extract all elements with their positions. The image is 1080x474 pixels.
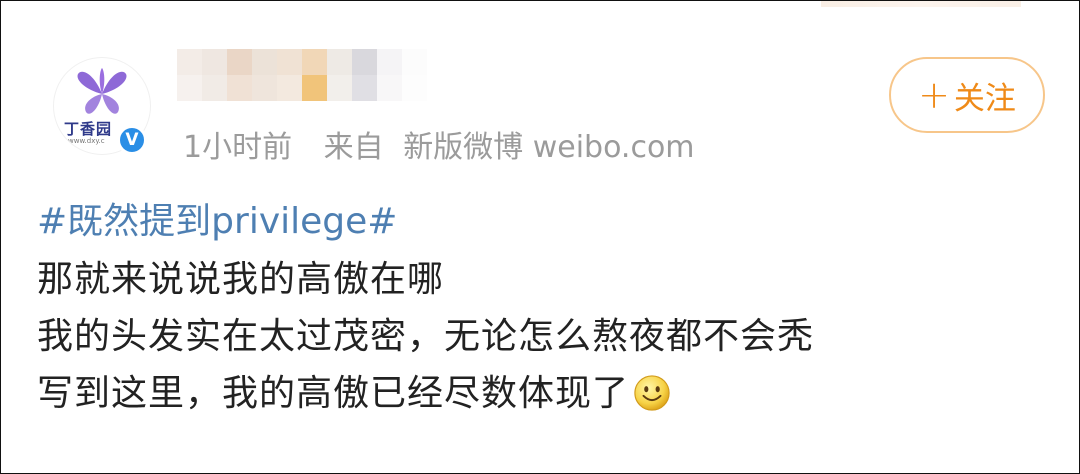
verified-badge-icon: V xyxy=(117,125,147,155)
smile-emoji-icon xyxy=(634,375,670,411)
post-text-line: 那就来说说我的高傲在哪 xyxy=(37,259,445,300)
follow-button[interactable]: + 关注 xyxy=(889,57,1045,133)
post-time: 1小时前 xyxy=(183,130,293,165)
post-text-line-content: 写到这里，我的高傲已经尽数体现了 xyxy=(37,373,630,414)
butterfly-logo-icon xyxy=(77,68,127,114)
username-blurred[interactable] xyxy=(177,49,427,101)
post-meta: 1小时前 来自 新版微博 weibo.com xyxy=(183,122,695,166)
weibo-post-card: 丁香园 www.dxy.c V 1小时前 来自 新版微博 weibo.com +… xyxy=(0,0,1080,474)
post-text-line: 我的头发实在太过茂密，无论怎么熬夜都不会秃 xyxy=(37,316,815,357)
source-prefix: 来自 xyxy=(323,130,384,165)
plus-icon: + xyxy=(918,73,950,117)
source-link[interactable]: 新版微博 weibo.com xyxy=(403,130,694,165)
follow-label: 关注 xyxy=(953,80,1016,117)
hashtag-link[interactable]: #既然提到privilege# xyxy=(37,193,1047,251)
avatar-url-text: www.dxy.c xyxy=(68,137,105,145)
avatar[interactable]: 丁香园 www.dxy.c V xyxy=(53,57,151,161)
post-body: #既然提到privilege# 那就来说说我的高傲在哪 我的头发实在太过茂密，无… xyxy=(37,193,1047,422)
post-text-line-last: 写到这里，我的高傲已经尽数体现了 xyxy=(37,365,1047,422)
cropped-top-edge xyxy=(821,1,1021,7)
